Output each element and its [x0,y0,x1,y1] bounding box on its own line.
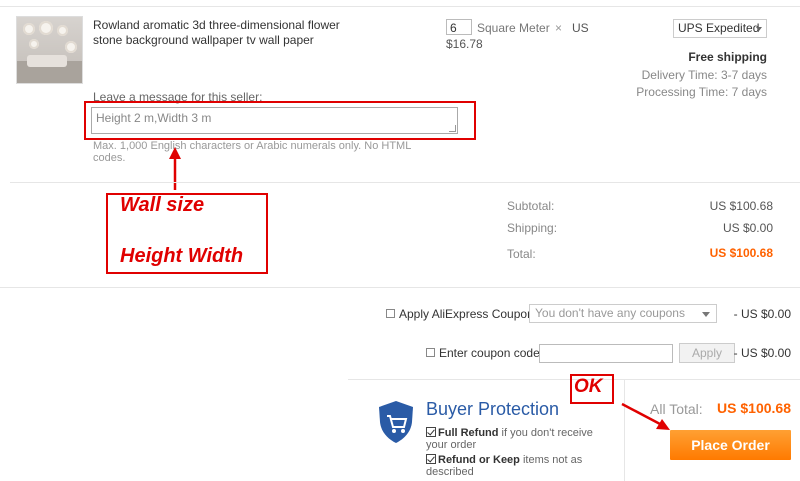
buyer-protection-item-refund: Full Refund if you don't receive your or… [426,427,593,451]
currency-label: US [572,21,589,35]
shipping-method-value: UPS Expedited [678,21,760,35]
buyer-protection-item-keep: Refund or Keep items not as described [426,454,583,478]
product-title[interactable]: Rowland aromatic 3d three-dimensional fl… [93,18,343,48]
subtotal-value: US $100.68 [709,199,773,213]
shield-cart-icon [379,401,413,443]
annotation-height-width: Height Width [120,245,244,267]
all-total-value: US $100.68 [717,400,791,416]
resize-grip-icon[interactable] [449,125,456,132]
coupon-code-discount: - US $0.00 [733,346,791,360]
coupon-code-input[interactable] [539,344,673,363]
product-thumbnail[interactable] [16,16,83,84]
subtotal-label: Subtotal: [507,199,555,213]
aliexpress-coupon-select[interactable]: You don't have any coupons [529,304,717,323]
coupon-code-label: Enter coupon code: [439,346,544,360]
section-divider [0,287,800,288]
aliexpress-coupon-label: Apply AliExpress Coupon: [399,307,538,321]
shipping-method-select[interactable]: UPS Expedited [673,19,767,38]
summary-divider [10,182,800,183]
aliexpress-coupon-checkbox[interactable] [386,309,395,318]
shipping-value: US $0.00 [722,221,773,235]
chevron-down-icon [702,312,710,317]
total-value: US $100.68 [709,246,773,260]
message-textarea[interactable]: Height 2 m,Width 3 m [91,107,458,134]
total-label: Total: [507,247,536,261]
all-total-label: All Total: [650,401,703,417]
place-order-button[interactable]: Place Order [670,430,791,460]
annotation-ok: OK [574,376,603,397]
unit-price: $16.78 [446,37,483,51]
check-icon [426,427,436,437]
quantity-input[interactable]: 6 [446,19,472,35]
message-note: Max. 1,000 English characters or Arabic … [93,140,411,164]
chevron-down-icon [756,27,762,31]
buyer-protection-title: Buyer Protection [426,399,560,419]
aliexpress-coupon-placeholder: You don't have any coupons [535,306,685,320]
delivery-time: Delivery Time: 3-7 days [641,68,767,82]
unit-label: Square Meter [477,21,550,35]
apply-coupon-button[interactable]: Apply [679,343,735,363]
message-value: Height 2 m,Width 3 m [96,111,212,125]
check-icon [426,454,436,464]
annotation-wall-size: Wall size [120,194,205,216]
shipping-label: Shipping: [507,221,558,235]
annotation-arrow-up [169,147,181,190]
top-divider [0,6,800,7]
processing-time: Processing Time: 7 days [636,85,767,99]
aliexpress-coupon-discount: - US $0.00 [733,307,791,321]
times-sign: × [555,21,563,35]
coupon-code-checkbox[interactable] [426,348,435,357]
free-shipping-label: Free shipping [688,50,767,64]
